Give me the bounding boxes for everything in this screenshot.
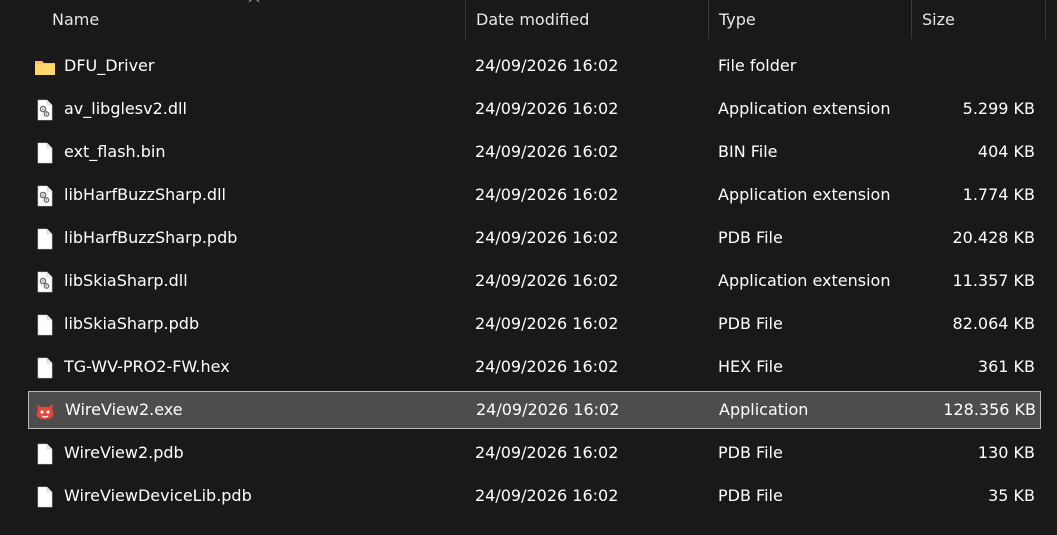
file-type: Application extension — [718, 271, 891, 290]
file-size: 35 KB — [988, 486, 1035, 505]
file-row[interactable]: WireViewDeviceLib.pdb 24/09/2026 16:02 PDB… — [28, 477, 1041, 515]
file-date-modified: 24/09/2026 16:02 — [475, 271, 619, 290]
file-row[interactable]: WireView2.pdb 24/09/2026 16:02 PDB File 130… — [28, 434, 1041, 472]
file-name: DFU_Driver — [64, 56, 155, 75]
file-explorer-list-view: Name Date modified Type Size DFU_Driver 2… — [0, 0, 1057, 535]
column-header-size-label: Size — [922, 10, 955, 29]
file-name: libSkiaSharp.dll — [64, 271, 188, 290]
file-date-modified: 24/09/2026 16:02 — [475, 314, 619, 333]
file-type: PDB File — [718, 228, 783, 247]
file-row[interactable]: libHarfBuzzSharp.dll 24/09/2026 16:02 Appl… — [28, 176, 1041, 214]
column-divider[interactable] — [1045, 0, 1046, 39]
file-name: WireViewDeviceLib.pdb — [64, 486, 252, 505]
file-row[interactable]: TG-WV-PRO2-FW.hex 24/09/2026 16:02 HEX Fil… — [28, 348, 1041, 386]
column-header-name[interactable]: Name — [42, 0, 466, 39]
column-header-date-label: Date modified — [476, 10, 590, 29]
column-header-name-label: Name — [52, 10, 100, 29]
file-size: 1.774 KB — [962, 185, 1035, 204]
column-header-date-modified[interactable]: Date modified — [466, 0, 708, 39]
file-name: ext_flash.bin — [64, 142, 166, 161]
file-row[interactable]: ext_flash.bin 24/09/2026 16:02 BIN File 404… — [28, 133, 1041, 171]
file-type: Application extension — [718, 99, 891, 118]
file-size: 11.357 KB — [952, 271, 1035, 290]
file-date-modified: 24/09/2026 16:02 — [475, 228, 619, 247]
file-type: PDB File — [718, 314, 783, 333]
file-type: PDB File — [718, 443, 783, 462]
file-row[interactable]: libSkiaSharp.pdb 24/09/2026 16:02 PDB File… — [28, 305, 1041, 343]
file-type: File folder — [718, 56, 797, 75]
file-date-modified: 24/09/2026 16:02 — [475, 357, 619, 376]
file-date-modified: 24/09/2026 16:02 — [476, 400, 620, 419]
column-header-size[interactable]: Size — [912, 0, 1045, 39]
file-name: libHarfBuzzSharp.dll — [64, 185, 226, 204]
file-size: 128.356 KB — [943, 400, 1036, 419]
file-row[interactable]: libHarfBuzzSharp.pdb 24/09/2026 16:02 PDB … — [28, 219, 1041, 257]
file-size: 361 KB — [977, 357, 1035, 376]
file-size: 82.064 KB — [952, 314, 1035, 333]
file-date-modified: 24/09/2026 16:02 — [475, 142, 619, 161]
file-size — [908, 47, 1035, 85]
file-type: Application — [719, 400, 809, 419]
file-date-modified: 24/09/2026 16:02 — [475, 185, 619, 204]
file-row[interactable]: DFU_Driver 24/09/2026 16:02 File folder — [28, 47, 1041, 85]
file-type: HEX File — [718, 357, 783, 376]
file-name: WireView2.pdb — [64, 443, 184, 462]
file-size: 5.299 KB — [962, 99, 1035, 118]
column-header-bar: Name Date modified Type Size — [0, 0, 1057, 39]
file-row[interactable]: libSkiaSharp.dll 24/09/2026 16:02 Applicat… — [28, 262, 1041, 300]
file-type: BIN File — [718, 142, 778, 161]
file-name: WireView2.exe — [65, 400, 183, 419]
file-name: libSkiaSharp.pdb — [64, 314, 200, 333]
file-type: Application extension — [718, 185, 891, 204]
file-date-modified: 24/09/2026 16:02 — [475, 99, 619, 118]
file-name: libHarfBuzzSharp.pdb — [64, 228, 238, 247]
file-name: TG-WV-PRO2-FW.hex — [64, 357, 230, 376]
column-header-type-label: Type — [719, 10, 756, 29]
file-size: 20.428 KB — [952, 228, 1035, 247]
file-size: 130 KB — [977, 443, 1035, 462]
file-name: av_libglesv2.dll — [64, 99, 187, 118]
column-header-type[interactable]: Type — [709, 0, 911, 39]
file-date-modified: 24/09/2026 16:02 — [475, 443, 619, 462]
file-row[interactable]: WireView2.exe 24/09/2026 16:02 Application… — [28, 391, 1041, 429]
file-row[interactable]: av_libglesv2.dll 24/09/2026 16:02 Applicat… — [28, 90, 1041, 128]
file-date-modified: 24/09/2026 16:02 — [475, 56, 619, 75]
file-date-modified: 24/09/2026 16:02 — [475, 486, 619, 505]
file-type: PDB File — [718, 486, 783, 505]
file-size: 404 KB — [977, 142, 1035, 161]
